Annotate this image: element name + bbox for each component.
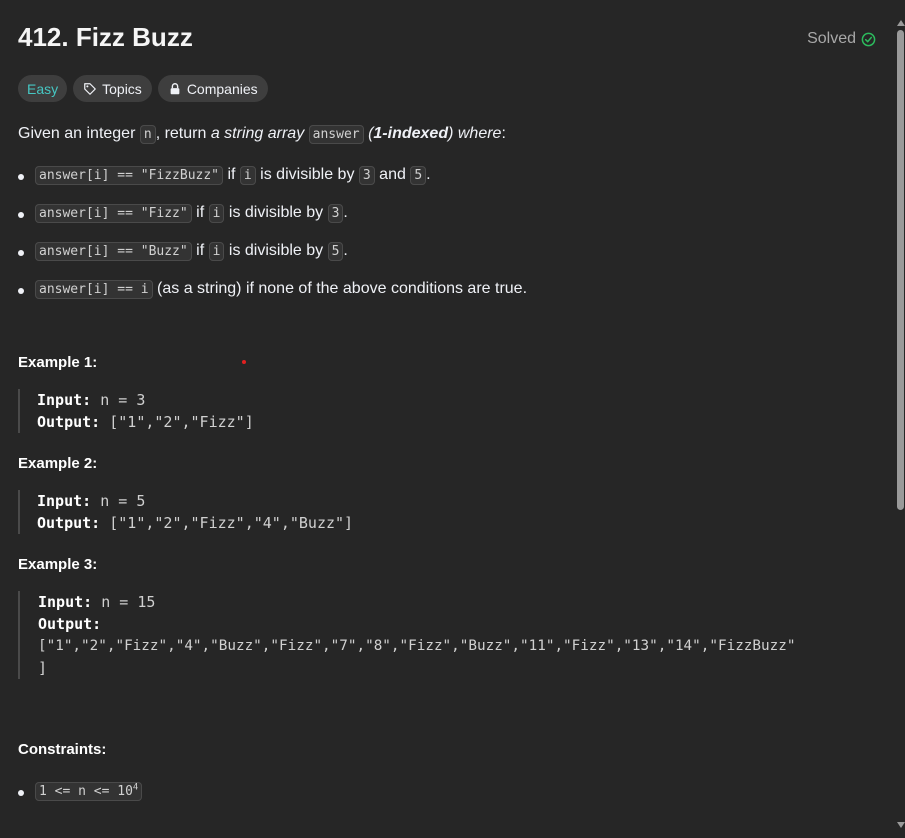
output-value: ] (38, 659, 48, 677)
check-circle-icon (861, 32, 876, 46)
input-label: Input: (38, 593, 93, 611)
topics-button[interactable]: Topics (73, 75, 152, 102)
inline-code: n (139, 125, 156, 144)
output-label: Output: (37, 514, 101, 532)
inline-code: answer[i] == "Fizz" (35, 204, 192, 223)
example-block: Input: n = 5 Output: ["1","2","Fizz","4"… (18, 490, 878, 534)
tag-row: Easy Topics Companies (18, 75, 878, 102)
solved-label: Solved (807, 30, 856, 47)
statement-text: ( (363, 125, 374, 142)
inline-code: 5 (410, 166, 427, 185)
rule-text: . (426, 166, 431, 183)
output-label: Output: (37, 413, 101, 431)
inline-code: 3 (327, 204, 344, 223)
tag-icon (84, 82, 96, 95)
solved-status: Solved (807, 30, 876, 48)
rule-text: is divisible by (224, 204, 328, 221)
rule-text: . (343, 242, 348, 259)
scroll-down-icon[interactable] (897, 822, 905, 828)
cursor-dot (242, 360, 246, 364)
inline-code: 1 <= n <= 104 (35, 782, 143, 801)
example-title: Example 2: (18, 455, 98, 472)
input-label: Input: (37, 492, 92, 510)
problem-title[interactable]: 412. Fizz Buzz (18, 22, 193, 53)
list-item: 1 <= n <= 104 (18, 780, 878, 803)
rule-text: if (191, 242, 209, 259)
rule-text: if (191, 204, 209, 221)
statement-emphasis: a string array (210, 125, 305, 142)
problem-description-panel: 412. Fizz Buzz Solved Easy Topics Compan… (0, 0, 905, 838)
header: 412. Fizz Buzz Solved (18, 0, 878, 70)
inline-code: answer[i] == "FizzBuzz" (35, 166, 224, 185)
scroll-thumb[interactable] (897, 30, 904, 510)
problem-statement: Given an integer n, return a string arra… (18, 123, 878, 146)
rule-text: . (343, 204, 348, 221)
topics-label: Topics (102, 80, 142, 97)
list-item: answer[i] == "Buzz" if i is divisible by… (18, 240, 878, 263)
inline-code: answer (308, 125, 364, 144)
output-value: ["1","2","Fizz"] (100, 413, 254, 431)
example-title: Example 1: (18, 354, 98, 371)
constraint-base: 1 <= n <= 10 (39, 784, 133, 799)
constraints-list: 1 <= n <= 104 (18, 780, 878, 803)
input-label: Input: (37, 391, 92, 409)
example-1: Example 1: Input: n = 3 Output: ["1","2"… (18, 354, 878, 433)
inline-code: answer[i] == i (35, 280, 153, 299)
inline-code: 5 (327, 242, 344, 261)
constraints: Constraints: 1 <= n <= 104 (18, 741, 878, 803)
input-value: n = 3 (91, 391, 146, 409)
rule-text: and (374, 166, 411, 183)
statement-bold: 1-indexed (373, 125, 449, 142)
input-value: n = 15 (92, 593, 156, 611)
statement-text: Given an integer (18, 125, 140, 142)
list-item: answer[i] == "Fizz" if i is divisible by… (18, 202, 878, 225)
statement-text: : (501, 125, 506, 142)
companies-button[interactable]: Companies (157, 75, 268, 102)
rule-text: is divisible by (255, 166, 359, 183)
constraint-exponent: 4 (132, 782, 139, 793)
difficulty-label: Easy (27, 80, 59, 97)
rule-text: is divisible by (224, 242, 328, 259)
companies-label: Companies (186, 80, 258, 97)
inline-code: answer[i] == "Buzz" (35, 242, 192, 261)
scroll-up-icon[interactable] (897, 20, 905, 26)
rule-text: if (223, 166, 240, 183)
statement-text: where (453, 125, 502, 142)
output-value: ["1","2","Fizz","4","Buzz"] (100, 514, 354, 532)
lock-icon (170, 82, 180, 94)
example-block: Input: n = 15 Output: ["1","2","Fizz","4… (18, 591, 878, 679)
inline-code: i (208, 204, 225, 223)
rules-list: answer[i] == "FizzBuzz" if i is divisibl… (18, 164, 878, 301)
example-3: Example 3: Input: n = 15 Output: ["1","2… (18, 556, 878, 679)
inline-code: 3 (358, 166, 375, 185)
rule-text: (as a string) if none of the above condi… (152, 280, 528, 297)
list-item: answer[i] == "FizzBuzz" if i is divisibl… (18, 164, 878, 187)
scrollbar[interactable] (896, 20, 905, 828)
inline-code: i (239, 166, 256, 185)
example-title: Example 3: (18, 556, 98, 573)
output-label: Output: (38, 615, 102, 633)
constraints-title: Constraints: (18, 741, 107, 758)
output-value: ["1","2","Fizz","4","Buzz","Fizz","7","8… (38, 638, 796, 654)
example-block: Input: n = 3 Output: ["1","2","Fizz"] (18, 389, 878, 433)
list-item: answer[i] == i (as a string) if none of … (18, 278, 878, 301)
example-2: Example 2: Input: n = 5 Output: ["1","2"… (18, 455, 878, 534)
input-value: n = 5 (91, 492, 146, 510)
inline-code: i (208, 242, 225, 261)
statement-text: , return (155, 125, 211, 142)
difficulty-badge: Easy (18, 75, 68, 102)
